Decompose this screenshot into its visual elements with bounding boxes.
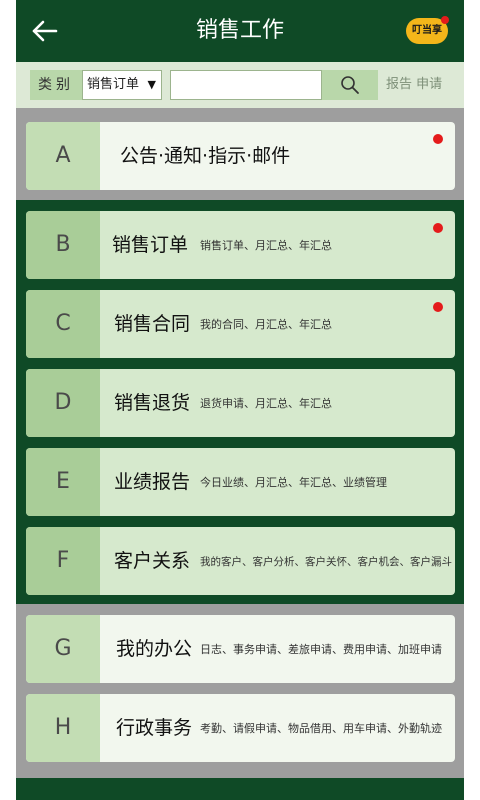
card-letter: D <box>26 369 100 437</box>
card-title: 客户关系 <box>114 550 191 572</box>
header-bar: 销售工作 叮当享 <box>16 0 464 62</box>
card-letter: F <box>26 527 100 595</box>
page-title: 销售工作 <box>195 18 284 43</box>
card-letter: A <box>26 122 100 190</box>
card-subtitle: 我的合同、月汇总、年汇总 <box>200 318 332 331</box>
card-letter: H <box>26 694 100 762</box>
unread-badge <box>433 223 443 233</box>
card-title: 行政事务 <box>116 717 193 739</box>
card-letter: E <box>26 448 100 516</box>
card-letter: G <box>26 615 100 683</box>
card-title: 销售订单 <box>112 234 189 256</box>
category-select[interactable]: 销售订单 ▼ <box>82 70 162 100</box>
search-icon <box>341 76 359 94</box>
unread-badge <box>433 134 443 144</box>
menu-card-performance-report[interactable]: E 业绩报告 今日业绩、月汇总、年汇总、业绩管理 <box>26 448 455 516</box>
card-subtitle: 我的客户、客户分析、客户关怀、客户机会、客户漏斗 <box>200 556 452 568</box>
card-subtitle: 考勤、请假申请、物品借用、用车申请、外勤轨迹 <box>200 722 442 735</box>
unread-badge <box>433 302 443 312</box>
search-input[interactable] <box>170 70 322 100</box>
card-title: 业绩报告 <box>114 471 191 493</box>
report-apply-link[interactable]: 报告 申请 <box>386 70 460 100</box>
menu-card-customer-relations[interactable]: F 客户关系 我的客户、客户分析、客户关怀、客户机会、客户漏斗 <box>26 527 455 595</box>
menu-card-my-office[interactable]: G 我的办公 日志、事务申请、差旅申请、费用申请、加班申请 <box>26 615 455 683</box>
dropdown-caret-icon: ▼ <box>147 78 156 91</box>
category-select-value: 销售订单 <box>87 77 140 92</box>
card-subtitle: 今日业绩、月汇总、年汇总、业绩管理 <box>200 476 387 489</box>
card-subtitle: 销售订单、月汇总、年汇总 <box>200 239 332 252</box>
card-subtitle: 退货申请、月汇总、年汇总 <box>200 397 332 410</box>
footer-bar <box>16 778 464 800</box>
menu-card-sales-order[interactable]: B 销售订单 销售订单、月汇总、年汇总 <box>26 211 455 279</box>
search-button[interactable] <box>322 70 378 100</box>
filter-bar: 类别 销售订单 ▼ 报告 申请 <box>16 62 464 108</box>
card-subtitle: 日志、事务申请、差旅申请、费用申请、加班申请 <box>200 643 442 656</box>
brand-logo-button[interactable]: 叮当享 <box>406 16 450 46</box>
back-button[interactable] <box>30 16 60 46</box>
menu-card-sales-contract[interactable]: C 销售合同 我的合同、月汇总、年汇总 <box>26 290 455 358</box>
card-title: 销售合同 <box>114 313 191 335</box>
card-title: 我的办公 <box>116 638 193 660</box>
menu-card-announcements[interactable]: A 公告·通知·指示·邮件 <box>26 122 455 190</box>
back-arrow-icon <box>32 20 58 42</box>
brand-notification-dot <box>441 16 449 24</box>
category-label: 类别 <box>30 70 82 100</box>
menu-card-sales-return[interactable]: D 销售退货 退货申请、月汇总、年汇总 <box>26 369 455 437</box>
menu-card-admin-affairs[interactable]: H 行政事务 考勤、请假申请、物品借用、用车申请、外勤轨迹 <box>26 694 455 762</box>
card-title: 公告·通知·指示·邮件 <box>120 145 291 167</box>
card-title: 销售退货 <box>114 392 191 414</box>
card-letter: B <box>26 211 100 279</box>
card-letter: C <box>26 290 100 358</box>
app-frame: 销售工作 叮当享 类别 销售订单 ▼ 报告 申请 A 公告·通知·指示·邮件 B… <box>16 0 464 800</box>
